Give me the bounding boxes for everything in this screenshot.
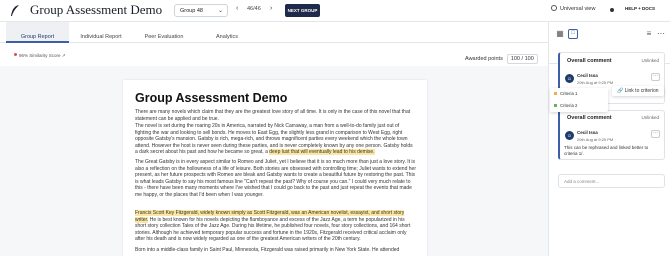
similarity-score[interactable]: 96% Similarity Score ↗: [14, 53, 66, 59]
link-to-criterion-button[interactable]: 🔗 Link to criterion: [612, 86, 664, 96]
criteria-color-icon: [554, 92, 557, 95]
add-comment-input[interactable]: Add a comment...: [558, 174, 665, 188]
group-select[interactable]: Group 48 ⌄: [174, 4, 228, 17]
comment-author: Cecil Issa: [577, 130, 598, 135]
page-title: Group Assessment Demo: [30, 2, 163, 17]
comment-author: Cecil Issa: [577, 73, 598, 78]
document-page: Group Assessment Demo There are many nov…: [123, 80, 427, 256]
chevron-right-icon[interactable]: ›: [270, 5, 272, 12]
comments-sidebar: ▦ □ ≡ ⋯ Overall comment Unlinked CI Ceci…: [548, 22, 670, 256]
link-status: Unlinked: [641, 115, 659, 120]
awarded-points-input[interactable]: 100 / 100: [506, 54, 538, 64]
avatar: CI: [565, 131, 574, 140]
help-docs-link[interactable]: HELP + DOCS: [625, 6, 655, 11]
more-icon[interactable]: ⋯: [651, 130, 660, 138]
card-title: Overall comment: [567, 115, 612, 121]
next-group-button[interactable]: NEXT GROUP: [285, 4, 320, 17]
top-bar: Group Assessment Demo Group 48 ⌄ ‹ 46/46…: [0, 0, 670, 22]
chevron-left-icon[interactable]: ‹: [236, 5, 238, 12]
universal-view-toggle[interactable]: Universal view: [551, 5, 595, 12]
paragraph-3: The Great Gatsby is in every aspect simi…: [135, 159, 416, 198]
globe-icon: [551, 5, 557, 11]
tab-peer-evaluation[interactable]: Peer Evaluation: [133, 22, 195, 43]
paragraph-4-text: He is best known for his novels depictin…: [135, 216, 411, 243]
grid-view-icon[interactable]: ▦: [555, 29, 565, 39]
overall-comment-card-2[interactable]: Overall comment Unlinked CI Cecil Issa 2…: [558, 110, 665, 160]
paragraph-5: Born into a middle-class family in Saint…: [135, 247, 400, 253]
tab-group-report[interactable]: Group Report: [6, 22, 69, 43]
more-icon[interactable]: ⋯: [651, 73, 660, 81]
comment-date: 20th Aug at 9:25 PM: [577, 80, 614, 85]
chevron-down-icon: ⌄: [217, 8, 223, 14]
comments-icon[interactable]: □: [568, 29, 578, 39]
criteria-label: Criteria 2: [560, 103, 578, 108]
paragraph-1: There are many novels which claim that t…: [135, 109, 411, 122]
alert-dot-icon: [14, 53, 17, 56]
page-indicator: 46/46: [247, 6, 261, 12]
awarded-points: Awarded points 100 / 100: [465, 54, 538, 64]
criteria-color-icon: [554, 104, 557, 107]
highlight-yellow[interactable]: deep lust that will eventually lead to h…: [269, 149, 375, 156]
paragraph-4: Francis Scott Key Fitzgerald, widely kno…: [135, 210, 416, 243]
paragraph-2: The novel is set during the roaring 20s …: [135, 123, 416, 156]
tab-analytics[interactable]: Analytics: [196, 22, 258, 43]
similarity-label: 96% Similarity Score: [19, 53, 61, 58]
external-link-icon: ↗: [61, 53, 66, 58]
awarded-points-label: Awarded points: [465, 56, 503, 62]
criteria-menu: Criteria 1 Criteria 2: [550, 88, 608, 112]
feather-logo-icon: [11, 5, 19, 16]
avatar: CI: [565, 74, 574, 83]
link-icon: 🔗: [617, 88, 624, 94]
more-options-icon[interactable]: ⋯: [656, 29, 666, 39]
comment-text: This can be rephrased and linked better …: [564, 145, 649, 156]
filter-icon[interactable]: ≡: [644, 29, 654, 39]
criteria-option-2[interactable]: Criteria 2: [554, 103, 577, 108]
settings-icon[interactable]: [610, 8, 614, 12]
card-title: Overall comment: [567, 58, 612, 64]
link-to-criterion-label: Link to criterion: [624, 88, 659, 94]
group-select-value: Group 48: [180, 8, 203, 14]
criteria-label: Criteria 1: [560, 91, 578, 96]
comment-date: 20th Aug at 9:25 PM: [577, 137, 614, 142]
report-tabs: Group Report Individual Report Peer Eval…: [0, 22, 548, 43]
document-title: Group Assessment Demo: [135, 91, 288, 105]
criteria-option-1[interactable]: Criteria 1: [554, 91, 577, 96]
universal-view-label: Universal view: [560, 6, 596, 12]
link-status: Unlinked: [641, 58, 659, 63]
tab-individual-report[interactable]: Individual Report: [70, 22, 132, 43]
